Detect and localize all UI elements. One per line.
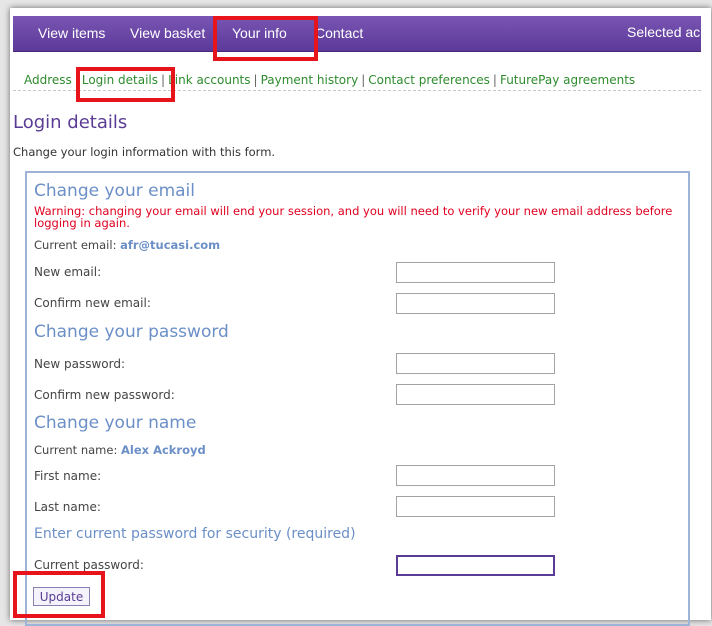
new-password-label: New password:	[34, 357, 126, 371]
last-name-input[interactable]	[396, 496, 555, 517]
subnav-separator: |	[492, 73, 497, 87]
security-section-heading: Enter current password for security (req…	[34, 526, 356, 542]
page-title: Login details	[13, 112, 128, 133]
subnav-login-details[interactable]: Login details	[82, 73, 158, 87]
current-name-line: Current name: Alex Ackroyd	[34, 443, 206, 457]
new-password-input[interactable]	[396, 353, 555, 374]
subnav-separator: |	[253, 73, 258, 87]
first-name-input[interactable]	[396, 465, 555, 486]
confirm-password-label: Confirm new password:	[34, 388, 175, 402]
subnav-contact-preferences[interactable]: Contact preferences	[368, 73, 490, 87]
update-button[interactable]: Update	[33, 587, 90, 606]
subnav-separator: |	[74, 73, 79, 87]
subnav-separator: |	[361, 73, 366, 87]
name-section-heading: Change your name	[34, 413, 197, 433]
confirm-password-input[interactable]	[396, 384, 555, 405]
email-change-warning: Warning: changing your email will end yo…	[34, 204, 673, 230]
current-email-label: Current email:	[34, 238, 117, 252]
first-name-label: First name:	[34, 469, 102, 483]
password-section-heading: Change your password	[34, 322, 229, 342]
email-section-heading: Change your email	[34, 181, 196, 201]
current-name-value: Alex Ackroyd	[121, 443, 206, 457]
subnav-payment-history[interactable]: Payment history	[261, 73, 359, 87]
sub-navigation: Address | Login details | Link accounts | Paym…	[13, 64, 701, 91]
confirm-email-input[interactable]	[396, 293, 555, 314]
top-navigation-bar: View items View basket Your info Contact…	[13, 16, 701, 52]
new-email-input[interactable]	[396, 262, 555, 283]
selected-account-indicator: Selected ac	[627, 24, 701, 40]
nav-your-info[interactable]: Your info	[232, 16, 287, 51]
last-name-label: Last name:	[34, 500, 101, 514]
subnav-futurepay-agreements[interactable]: FuturePay agreements	[500, 73, 635, 87]
subnav-address[interactable]: Address	[24, 73, 72, 87]
subnav-link-accounts[interactable]: Link accounts	[168, 73, 250, 87]
page-description: Change your login information with this …	[13, 145, 276, 159]
nav-contact[interactable]: Contact	[315, 16, 363, 51]
nav-view-items[interactable]: View items	[38, 16, 105, 51]
current-password-label: Current password:	[34, 558, 144, 572]
new-email-label: New email:	[34, 265, 102, 279]
current-email-line: Current email: afr@tucasi.com	[34, 238, 220, 252]
current-name-label: Current name:	[34, 443, 118, 457]
subnav-separator: |	[161, 73, 166, 87]
nav-view-basket[interactable]: View basket	[130, 16, 205, 51]
confirm-email-label: Confirm new email:	[34, 296, 151, 310]
current-email-value: afr@tucasi.com	[120, 238, 221, 252]
current-password-input[interactable]	[396, 555, 555, 576]
